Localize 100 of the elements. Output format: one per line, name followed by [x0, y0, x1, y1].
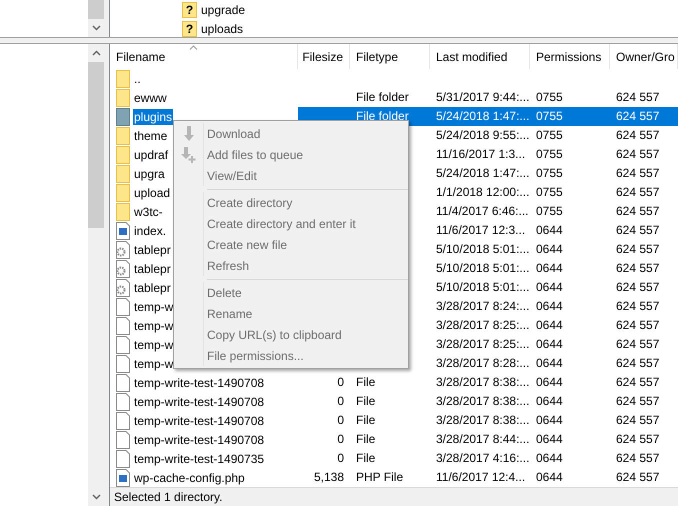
scroll-up-icon[interactable] [92, 50, 100, 56]
table-cell-text: 0755 [535, 89, 564, 106]
sort-caret-icon [189, 45, 198, 50]
table-cell-text: 0644 [535, 317, 564, 334]
tree-item[interactable]: upgrade [201, 2, 246, 16]
file-icon [116, 412, 130, 430]
table-cell-text: 3/28/2017 8:25:... [435, 317, 530, 334]
file-name[interactable]: plugins [133, 108, 174, 125]
file-icon [116, 316, 130, 335]
table-cell-text: 0 [336, 431, 345, 448]
scroll-down-icon[interactable] [92, 494, 100, 500]
column-header[interactable]: Filetype [350, 44, 430, 70]
column-header[interactable]: Owner/Gro [610, 44, 678, 70]
file-name[interactable]: index. [133, 222, 168, 239]
table-cell-text: File [355, 431, 376, 448]
table-cell-text: 624 557 [615, 279, 660, 296]
table-cell-text: 0 [336, 412, 345, 430]
table-cell-text: 0 [336, 374, 345, 392]
file-name[interactable]: temp-w [133, 298, 174, 315]
file-name[interactable]: theme [133, 128, 168, 144]
table-cell-text: 5/24/2018 1:47:... [435, 165, 530, 182]
table-cell-text: 624 557 [615, 241, 660, 258]
column-header[interactable]: Permissions [530, 44, 610, 70]
file-name[interactable]: tablepr [133, 242, 172, 258]
add-arrow-icon [180, 146, 196, 162]
column-header[interactable]: Filename [110, 44, 298, 70]
file-name[interactable]: upgra [133, 166, 166, 182]
download-arrow-icon [182, 126, 194, 142]
file-name[interactable]: tablepr [133, 260, 172, 277]
table-cell-text: 0644 [535, 355, 564, 372]
file-name[interactable]: ewww [133, 90, 168, 106]
file-name[interactable]: temp-write-test-1490708 [133, 394, 266, 410]
table-cell-text: 1/1/2018 12:00:... [435, 184, 530, 202]
table-cell-text: 0755 [535, 127, 564, 144]
folder-icon [116, 108, 130, 126]
column-header[interactable]: Filesize [298, 44, 350, 70]
folder-icon [116, 146, 130, 164]
table-cell: 5/24/2018 1:47:... [430, 107, 530, 126]
table-cell-text: 5/24/2018 9:55:... [435, 127, 530, 144]
file-name[interactable]: upload [133, 184, 172, 201]
table-cell-text: 3/28/2017 4:16:... [435, 450, 530, 468]
table-cell-text: 5,138 [312, 469, 345, 486]
folder-icon [116, 70, 130, 88]
scrollbar[interactable] [88, 44, 104, 506]
file-name[interactable]: tablepr [133, 280, 172, 296]
file-name[interactable]: temp-write-test-1490708 [133, 412, 266, 429]
file-name[interactable]: temp-write-test-1490708 [133, 374, 266, 391]
pane-splitter[interactable] [0, 37, 678, 44]
table-cell-text: File [355, 412, 376, 430]
table-cell-text: 624 557 [615, 222, 660, 240]
table-cell-text: File [355, 374, 376, 392]
table-cell-text: 3/28/2017 8:38:... [435, 393, 530, 410]
file-name[interactable]: temp-w [133, 336, 174, 353]
table-cell: 0755 [530, 107, 610, 126]
table-cell-text: 11/16/2017 1:3... [435, 146, 526, 164]
file-name[interactable]: temp-w [133, 318, 174, 334]
file-icon [116, 354, 130, 373]
table-cell-text: 3/28/2017 8:38:... [435, 374, 530, 392]
table-cell-text: 5/10/2018 5:01:... [435, 260, 530, 278]
table-cell-text: 3/28/2017 8:24:... [435, 298, 530, 316]
table-cell-text: File [355, 393, 376, 410]
php-file-icon [116, 468, 130, 487]
table-cell-text: 0 [336, 450, 345, 468]
file-name[interactable]: temp-write-test-1490735 [133, 450, 266, 467]
file-name[interactable]: .. [133, 70, 142, 87]
scrollbar[interactable] [88, 0, 104, 37]
file-name[interactable]: w3tc- [133, 204, 164, 220]
folder-icon [116, 164, 130, 183]
table-cell-text: 0755 [535, 146, 564, 164]
unknown-folder-icon: ? [182, 20, 197, 36]
table-cell-text: 0644 [535, 279, 564, 296]
file-name[interactable]: temp-w [133, 356, 174, 372]
file-icon [116, 450, 130, 468]
table-cell-text: 3/28/2017 8:28:... [435, 355, 530, 372]
file-icon [116, 298, 130, 316]
file-name[interactable]: updraf [133, 146, 170, 163]
file-name[interactable]: wp-cache-config.php [133, 470, 246, 486]
scrollbar-thumb[interactable] [88, 62, 104, 228]
table-cell-text: 624 557 [615, 184, 660, 202]
table-cell-text: 0644 [535, 260, 564, 278]
table-cell-text: 0644 [535, 241, 564, 258]
tree-item[interactable]: uploads [201, 22, 244, 36]
table-cell-text: 624 557 [615, 450, 660, 468]
table-cell-text: File [355, 450, 376, 468]
file-name[interactable]: temp-write-test-1490708 [133, 432, 266, 448]
status-text: Selected 1 directory. [114, 490, 222, 504]
table-cell-text: 5/10/2018 5:01:... [435, 241, 530, 258]
folder-icon [116, 184, 130, 202]
column-header[interactable]: Last modified [430, 44, 530, 70]
table-cell-text: 0644 [535, 469, 564, 486]
unknown-folder-icon: ? [182, 2, 197, 18]
table-cell-text: PHP File [355, 469, 404, 486]
table-cell-text: 0644 [535, 450, 564, 468]
settings-file-icon [116, 278, 130, 297]
table-cell-text: 624 557 [615, 89, 660, 106]
scrollbar-thumb[interactable] [88, 0, 104, 19]
table-cell-text: 624 557 [615, 165, 660, 182]
scroll-down-icon[interactable] [92, 25, 100, 31]
table-cell-text: 624 557 [615, 374, 660, 392]
table-cell-text: 0644 [535, 412, 564, 430]
